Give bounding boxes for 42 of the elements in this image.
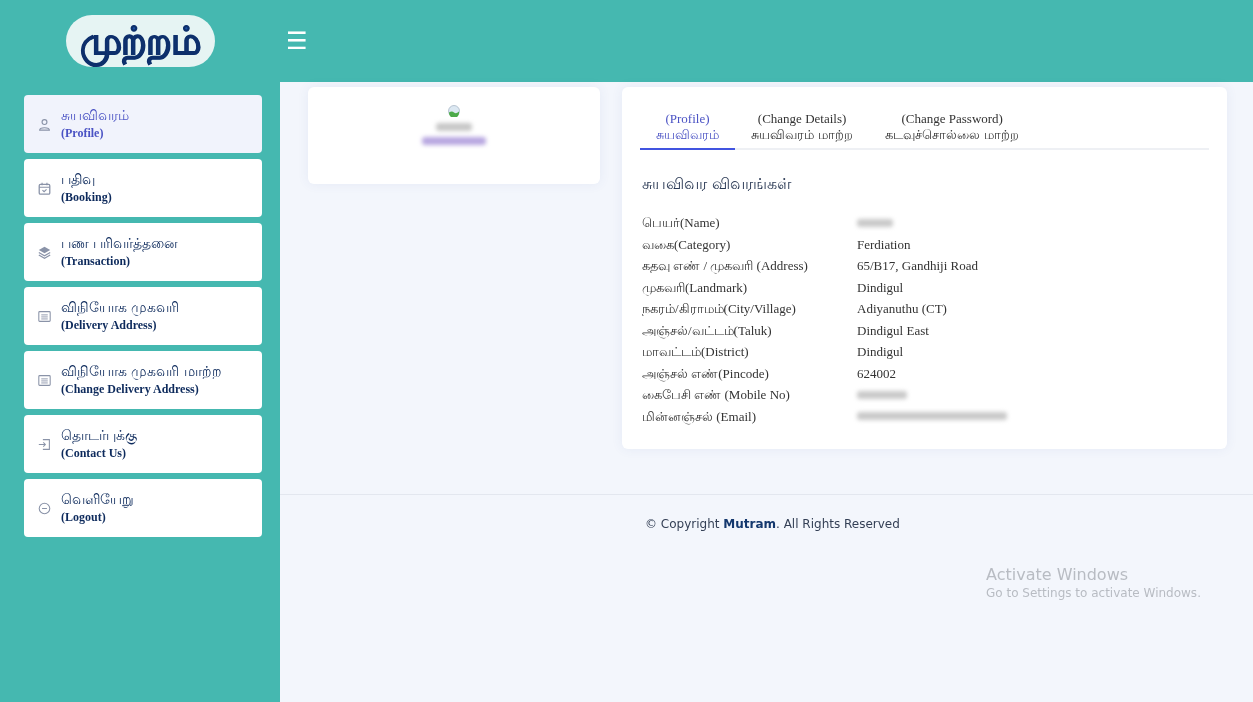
person-icon (38, 117, 51, 131)
field-label: மாவட்டம்(District) (642, 343, 750, 362)
section-heading: சுயவிவர விவரங்கள் (642, 173, 793, 196)
sidebar-item[interactable]: சுயவிவரம் (Profile) (24, 95, 262, 153)
field-value: Dindigul East (857, 321, 929, 340)
sidebar-item[interactable]: விநியோக முகவரி மாற்ற (Change Delivery Address) (24, 351, 262, 409)
field-label: வகை(Category) (642, 235, 732, 254)
redacted-value (857, 218, 893, 227)
redacted-value (857, 390, 907, 399)
field-value: Dindigul (857, 343, 904, 362)
field-value: Dindigul (857, 278, 904, 297)
activation-title: Activate Windows (986, 565, 1130, 586)
logo-text: முற்றம் (65, 15, 215, 67)
field-value: Adiyanuthu (CT) (857, 300, 947, 319)
field-label: நகரம்/கிராமம்(City/Village) (642, 300, 797, 319)
broken-image-icon (448, 105, 460, 117)
field-label: பெயர்(Name) (642, 214, 721, 233)
field-label: கதவு எண் / முகவரி (Address) (642, 257, 809, 276)
tab[interactable]: (Change Details) சுயவிவரம் மாற்ற (735, 101, 870, 151)
field-label: அஞ்சல் எண்(Pincode) (642, 364, 770, 384)
field-label: முகவரி(Landmark) (642, 278, 749, 298)
list-icon (38, 309, 51, 323)
calendar-icon (38, 181, 51, 195)
sidebar-item[interactable]: விநியோக முகவரி (Delivery Address) (24, 287, 262, 345)
sidebar-item[interactable]: பதிவு (Booking) (24, 159, 262, 217)
layers-icon (38, 245, 51, 259)
field-label: கைபேசி எண் (Mobile No) (642, 386, 791, 405)
field-label: அஞ்சல்/வட்டம்(Taluk) (642, 321, 773, 341)
sidebar-item[interactable]: தொடர்புக்கு (Contact Us) (24, 415, 262, 473)
copyright-text: © Copyright Mutram. All Rights Reserved (645, 517, 900, 532)
minus-circle-icon (38, 501, 51, 515)
activation-text: Go to Settings to activate Windows. (986, 586, 1202, 602)
sidebar-item[interactable]: வெளியேறு (Logout) (24, 479, 262, 537)
enter-icon (38, 437, 51, 451)
tab[interactable]: (Change Password) கடவுச்சொல்லை மாற்ற (869, 101, 1036, 151)
field-label: மின்னஞ்சல் (Email) (642, 407, 757, 427)
field-value: 65/B17, Gandhiji Road (857, 257, 978, 276)
field-value: 624002 (857, 364, 896, 383)
field-value: Ferdiation (857, 235, 911, 254)
tab[interactable]: (Profile) சுயவிவரம் (640, 101, 735, 151)
sidebar-item[interactable]: பண பரிவர்த்தனை (Transaction) (24, 223, 262, 281)
list-icon (38, 373, 51, 387)
